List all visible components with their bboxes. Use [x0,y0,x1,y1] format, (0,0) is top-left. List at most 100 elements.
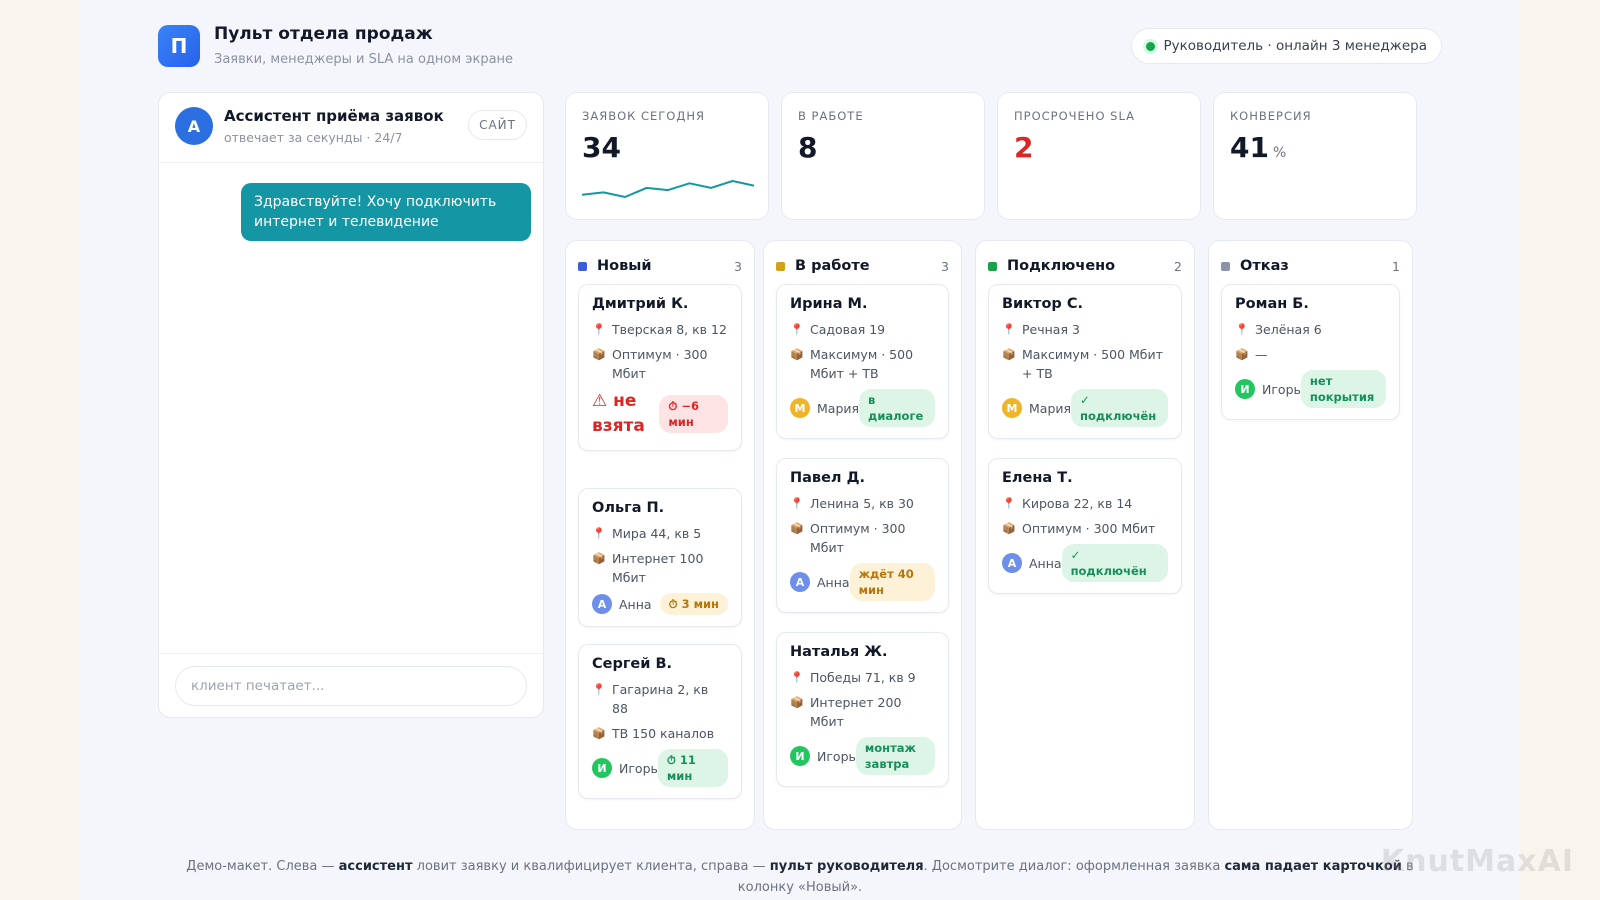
kpi-label: Заявок сегодня [582,109,705,123]
lead-plan: 📦 Максимум · 500 Мбит + ТВ [1002,345,1168,383]
status-badge: ✓ подключён [1061,544,1168,582]
lead-plan-text: Оптимум · 300 Мбит [612,347,708,381]
lead-plan: 📦 — [1235,345,1386,364]
chat-footer [159,653,543,717]
lead-footer: ⚠ не взята ⏱ −6 мин [592,389,728,439]
pin-icon: 📍 [1002,323,1016,336]
lead-footer: И Игорь ⏱ 11 мин [592,749,728,787]
manager-avatar: М [1002,398,1022,418]
pin-icon: 📍 [592,683,606,696]
lead-plan-text: Максимум · 500 Мбит + ТВ [1022,347,1163,381]
lead-plan: 📦 Оптимум · 300 Мбит [592,345,728,383]
lead-footer: А Анна ✓ подключён [1002,544,1168,582]
lead-footer: А Анна ждёт 40 мин [790,563,935,601]
kpi-sparkline [582,180,754,198]
column-count: 1 [1392,258,1400,274]
chat-subtitle: отвечает за секунды · 24/7 [224,130,403,145]
kanban-column: В работе 3 Ирина М. 📍 Садовая 19 📦 Максимум · … [763,240,962,830]
manager-avatar: И [790,746,810,766]
kpi-value: 41% [1230,131,1286,164]
column-header: Подключено 2 [988,255,1182,277]
online-dot-icon [1146,41,1156,51]
online-status-label: Руководитель · онлайн 3 менеджера [1163,38,1427,54]
lead-name: Ирина М. [790,296,868,312]
footnote: Демо-макет. Слева — ассистент ловит заяв… [80,856,1520,898]
manager-name: Игорь [1262,381,1301,397]
footnote-bold: ассистент [338,859,413,874]
manager-name: Игорь [619,760,658,776]
column-title: Подключено [1007,258,1116,274]
manager-name: Игорь [817,748,856,764]
manager-name: Мария [817,400,860,416]
package-icon: 📦 [1235,348,1249,361]
chat-input[interactable] [175,666,527,706]
manager-avatar: М [790,398,810,418]
column-title: Отказ [1240,258,1289,274]
pin-icon: 📍 [1235,323,1249,336]
lead-card[interactable]: Роман Б. 📍 Зелёная 6 📦 — И Игорь нет покрытия [1221,284,1400,420]
dashboard: П Пульт отдела продаж Заявки, менеджеры … [80,0,1520,900]
lead-card[interactable]: Дмитрий К. 📍 Тверская 8, кв 12 📦 Оптимум · 3… [578,284,742,451]
lead-card[interactable]: Елена Т. 📍 Кирова 22, кв 14 📦 Оптимум · 300 … [988,458,1182,594]
lead-card[interactable]: Виктор С. 📍 Речная 3 📦 Максимум · 500 Мбит +… [988,284,1182,439]
kanban-column: Подключено 2 Виктор С. 📍 Речная 3 📦 Максимум ·… [975,240,1195,830]
pin-icon: 📍 [1002,497,1016,510]
chat-header: А Ассистент приёма заявок отвечает за се… [159,93,543,163]
lead-address-text: Садовая 19 [810,322,886,337]
column-status-dot-icon [988,261,997,271]
lead-address-text: Речная 3 [1022,322,1080,337]
lead-plan-text: Оптимум · 300 Мбит [1022,521,1156,536]
lead-footer: М Мария ✓ подключён [1002,389,1168,427]
lead-plan: 📦 Оптимум · 300 Мбит [1002,519,1168,538]
column-header: Новый 3 [578,255,742,277]
lead-card[interactable]: Сергей В. 📍 Гагарина 2, кв 88 📦 ТВ 150 канал… [578,644,742,799]
kpi-sla-overdue: Просрочено SLA 2 [997,92,1201,220]
lead-footer: И Игорь нет покрытия [1235,370,1386,408]
kanban-column: Новый 3 Дмитрий К. 📍 Тверская 8, кв 12 📦 Оптим… [565,240,755,830]
kpi-value-number: 41 [1230,131,1269,164]
lead-address: 📍 Речная 3 [1002,320,1168,339]
kpi-label: В работе [798,109,864,123]
lead-name: Наталья Ж. [790,644,888,660]
page-subtitle: Заявки, менеджеры и SLA на одном экране [214,52,514,67]
lead-address-text: Мира 44, кв 5 [612,526,702,541]
footnote-text: Демо-макет. Слева — [186,859,339,874]
status-badge: ⏱ 3 мин [659,593,728,615]
manager-avatar: А [790,572,810,592]
unassigned-warning: ⚠ не взята [592,391,645,436]
package-icon: 📦 [592,348,606,361]
column-count: 3 [941,258,949,274]
pin-icon: 📍 [592,527,606,540]
lead-card[interactable]: Павел Д. 📍 Ленина 5, кв 30 📦 Оптимум · 300 М… [776,458,949,613]
lead-name: Елена Т. [1002,470,1073,486]
lead-address-text: Победы 71, кв 9 [810,670,916,685]
manager-avatar: А [1002,553,1022,573]
package-icon: 📦 [790,522,804,535]
pin-icon: 📍 [790,323,804,336]
page-header: П Пульт отдела продаж Заявки, менеджеры … [158,22,1442,72]
status-badge: в диалоге [859,389,935,427]
channel-badge: САЙТ [468,110,527,140]
kpi-unit: % [1272,145,1287,161]
kpi-value: 8 [798,131,818,164]
lead-address-text: Тверская 8, кв 12 [612,322,727,337]
status-badge: ✓ подключён [1071,389,1168,427]
lead-plan: 📦 Интернет 200 Мбит [790,693,935,731]
column-header: В работе 3 [776,255,949,277]
lead-card[interactable]: Наталья Ж. 📍 Победы 71, кв 9 📦 Интернет 200 … [776,632,949,787]
watermark: KnutMaxAI [1380,844,1574,879]
column-title: В работе [795,258,870,274]
lead-address: 📍 Садовая 19 [790,320,935,339]
footnote-bold: пульт руководителя [769,859,924,874]
kpi-in-progress: В работе 8 [781,92,985,220]
column-count: 3 [734,258,742,274]
manager-avatar: И [1235,379,1255,399]
column-status-dot-icon [1221,261,1230,271]
lead-address-text: Гагарина 2, кв 88 [612,682,709,716]
lead-card[interactable]: Ольга П. 📍 Мира 44, кв 5 📦 Интернет 100 Мбит… [578,488,742,627]
status-badge: ⏱ −6 мин [659,395,728,433]
lead-card[interactable]: Ирина М. 📍 Садовая 19 📦 Максимум · 500 Мбит … [776,284,949,439]
pin-icon: 📍 [790,497,804,510]
lead-address: 📍 Зелёная 6 [1235,320,1386,339]
lead-plan-text: Максимум · 500 Мбит + ТВ [810,347,914,381]
